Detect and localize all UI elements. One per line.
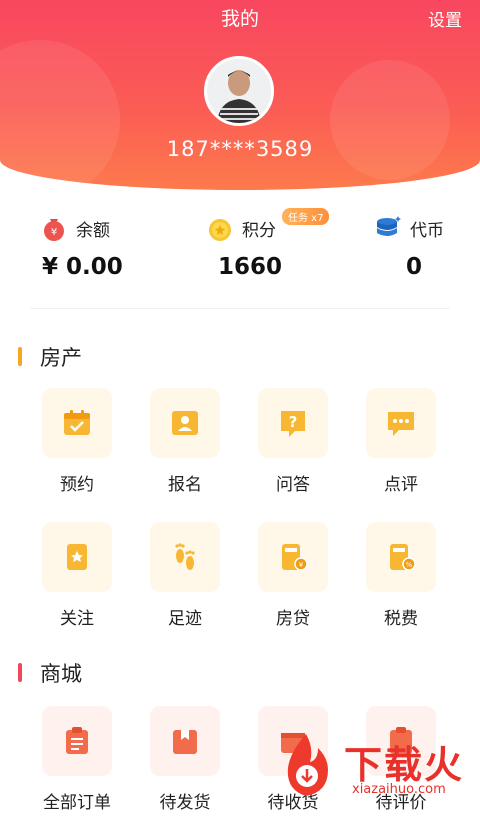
grid-item-appointment[interactable]: 预约: [22, 388, 132, 508]
watermark-url: xiazaihuo.com: [352, 782, 446, 797]
grid-item-follow[interactable]: 关注: [22, 522, 132, 642]
tokens-value: 0: [406, 254, 423, 280]
tax-calculator-icon: %: [390, 544, 416, 571]
tile-bg: [150, 706, 220, 776]
balance-label: 余额: [76, 221, 110, 241]
question-icon: ?: [281, 411, 305, 437]
money-bag-icon: ¥: [44, 219, 64, 241]
grid-item-tax[interactable]: % 税费: [346, 522, 456, 642]
grid-item-label: 全部订单: [43, 793, 111, 813]
grid-item-qa[interactable]: ? 问答: [238, 388, 348, 508]
grid-item-to-ship[interactable]: 待发货: [130, 706, 240, 826]
grid-item-label: 税费: [384, 609, 418, 629]
mall-title-text: 商城: [40, 662, 82, 686]
mall-section-title: 商城: [18, 658, 82, 688]
comment-icon: [388, 412, 414, 436]
tokens-stat[interactable]: 代币 0: [374, 210, 464, 290]
coin-stack-icon: [377, 216, 401, 236]
balance-stat[interactable]: ¥ 余额 ¥ 0.00: [40, 210, 160, 290]
grid-item-label: 房贷: [276, 609, 310, 629]
section-accent-bar: [18, 347, 22, 366]
grid-item-label: 关注: [60, 609, 94, 629]
flame-logo-icon: [287, 734, 328, 796]
bookmark-star-icon: [67, 544, 87, 570]
svg-text:¥: ¥: [51, 227, 57, 238]
order-list-icon: [66, 727, 88, 754]
property-section-title: 房产: [18, 342, 82, 372]
footprint-icon: [175, 543, 195, 570]
grid-item-label: 点评: [384, 475, 418, 495]
tile-bg: [42, 706, 112, 776]
tile-bg: [42, 388, 112, 458]
watermark: 下载火 xiazaihuo.com: [270, 730, 480, 800]
tile-bg: [366, 388, 436, 458]
grid-item-review[interactable]: 点评: [346, 388, 456, 508]
calendar-check-icon: [64, 410, 90, 435]
grid-item-label: 预约: [60, 475, 94, 495]
package-icon: [173, 730, 197, 754]
tile-bg: ¥: [258, 522, 328, 592]
watermark-text: 下载火: [344, 743, 465, 787]
id-card-icon: [172, 411, 198, 435]
page-title: 我的: [220, 8, 259, 30]
user-phone: 187****3589: [166, 137, 314, 161]
coin-icon: [209, 219, 231, 241]
tokens-label: 代币: [410, 221, 444, 241]
tile-bg: [42, 522, 112, 592]
svg-text:?: ?: [289, 413, 298, 431]
grid-item-all-orders[interactable]: 全部订单: [22, 706, 132, 826]
stats-divider: [30, 308, 450, 309]
grid-item-label: 待发货: [159, 793, 211, 813]
grid-item-footprint[interactable]: 足迹: [130, 522, 240, 642]
task-badge[interactable]: 任务 x7: [282, 208, 330, 225]
tile-bg: [150, 388, 220, 458]
tile-bg: [150, 522, 220, 592]
stats-row: ¥ 余额 ¥ 0.00 积分 任务 x7 1660 代币 0: [0, 208, 480, 290]
points-label: 积分: [242, 221, 276, 241]
grid-item-mortgage[interactable]: ¥ 房贷: [238, 522, 348, 642]
loan-calculator-icon: ¥: [282, 544, 308, 571]
svg-text:%: %: [406, 561, 413, 569]
balance-value: ¥ 0.00: [42, 254, 123, 280]
tile-bg: ?: [258, 388, 328, 458]
section-accent-bar: [18, 663, 22, 682]
svg-text:¥: ¥: [299, 561, 304, 569]
grid-item-signup[interactable]: 报名: [130, 388, 240, 508]
points-stat[interactable]: 积分 任务 x7 1660: [206, 208, 346, 290]
grid-item-label: 足迹: [168, 609, 202, 629]
settings-button[interactable]: 设置: [428, 6, 462, 31]
grid-item-label: 问答: [276, 475, 310, 495]
tile-bg: %: [366, 522, 436, 592]
points-value: 1660: [218, 254, 283, 280]
property-title-text: 房产: [40, 346, 82, 370]
avatar-photo: [207, 59, 271, 123]
grid-item-label: 报名: [168, 475, 202, 495]
avatar[interactable]: [204, 56, 274, 126]
